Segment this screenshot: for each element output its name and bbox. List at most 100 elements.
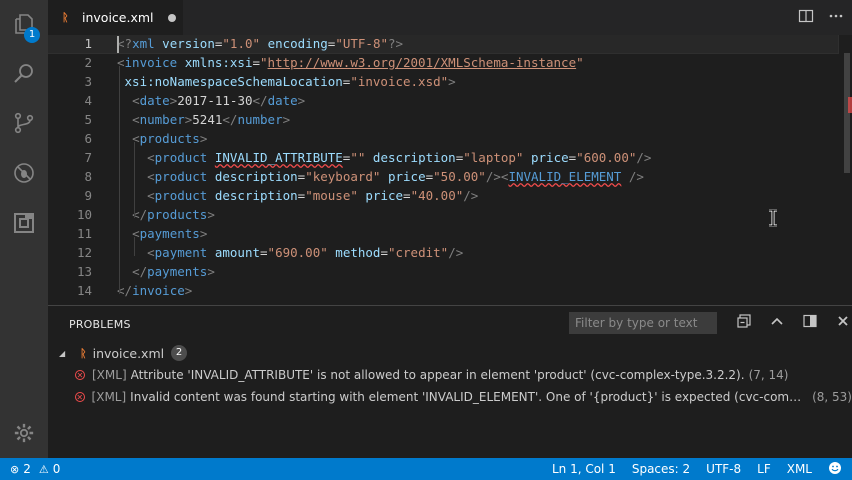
language-mode[interactable]: XML: [787, 462, 812, 476]
code-token: invoice: [124, 55, 178, 70]
code-token: <: [132, 112, 140, 127]
file-encoding[interactable]: UTF-8: [706, 462, 741, 476]
code-token: invoice: [132, 283, 185, 298]
code-line[interactable]: 11 <payments>: [48, 224, 838, 243]
problem-source: [XML]: [91, 390, 127, 404]
problem-count-badge: 2: [171, 345, 188, 361]
code-line[interactable]: 14 </invoice>: [48, 281, 838, 300]
error-icon: ✕: [75, 370, 85, 380]
code-token: "mouse": [305, 188, 358, 203]
code-token: <: [147, 245, 155, 260]
indent-guide: [119, 66, 120, 294]
line-number: 9: [84, 188, 92, 203]
extensions-icon[interactable]: [0, 201, 48, 245]
tab-invoice-xml[interactable]: ᚱ invoice.xml: [48, 0, 183, 35]
code-token: <: [147, 150, 155, 165]
code-line[interactable]: 7 <product INVALID_ATTRIBUTE="" descript…: [48, 148, 838, 167]
code-token: >: [199, 226, 208, 241]
line-code: <date>2017-11-30</date>: [117, 91, 305, 110]
more-actions-icon[interactable]: [828, 8, 844, 28]
close-panel-icon[interactable]: [835, 313, 851, 333]
code-token: INVALID_ELEMENT: [508, 169, 622, 184]
code-token: />: [628, 169, 644, 184]
line-number: 6: [84, 131, 92, 146]
code-token: method: [335, 245, 381, 260]
line-number: 11: [76, 226, 92, 241]
code-token: ?>: [388, 36, 404, 51]
code-token: "UTF-8": [335, 36, 388, 51]
code-token: product: [154, 188, 208, 203]
scrollbar-thumb[interactable]: [844, 53, 850, 173]
code-line[interactable]: 12 <payment amount="690.00" method="cred…: [48, 243, 838, 262]
line-code: xsi:noNamespaceSchemaLocation="invoice.x…: [117, 72, 456, 91]
code-token: "600.00": [576, 150, 637, 165]
feedback-smiley-icon[interactable]: [828, 461, 842, 478]
problem-location: (7, 14): [748, 368, 789, 382]
source-control-icon[interactable]: [0, 101, 48, 145]
code-token: <: [147, 188, 155, 203]
explorer-icon[interactable]: 1: [0, 2, 48, 46]
code-line[interactable]: 8 <product description="keyboard" price=…: [48, 167, 838, 186]
search-icon[interactable]: [0, 51, 48, 95]
code-line[interactable]: 5 <number>5241</number>: [48, 110, 838, 129]
problem-item[interactable]: ✕ [XML] Attribute 'INVALID_ATTRIBUTE' is…: [48, 364, 852, 386]
code-line[interactable]: 13 </payments>: [48, 262, 838, 281]
code-token: "1.0": [222, 36, 261, 51]
code-token: INVALID_ATTRIBUTE: [214, 150, 343, 165]
line-code: </invoice>: [117, 281, 192, 300]
settings-gear-icon[interactable]: [0, 411, 48, 455]
indentation[interactable]: Spaces: 2: [632, 462, 690, 476]
code-line[interactable]: 4 <date>2017-11-30</date>: [48, 91, 838, 110]
cursor-position[interactable]: Ln 1, Col 1: [552, 462, 616, 476]
warning-status-icon: ⚠: [38, 462, 49, 476]
problem-location: (8, 53): [812, 390, 852, 404]
code-token: "credit": [387, 245, 449, 260]
code-token: product: [154, 169, 208, 184]
code-token: </: [252, 93, 268, 108]
problems-file-row[interactable]: ◢ ᚱ invoice.xml 2: [48, 342, 852, 364]
code-line[interactable]: 9 <product description="mouse" price="40…: [48, 186, 838, 205]
warning-count: 0: [52, 462, 61, 476]
explorer-badge: 1: [24, 27, 40, 43]
code-line[interactable]: 3 xsi:noNamespaceSchemaLocation="invoice…: [48, 72, 838, 91]
line-number: 13: [76, 264, 92, 279]
code-line[interactable]: 6 <products>: [48, 129, 838, 148]
expanded-twisty-icon[interactable]: ◢: [59, 349, 67, 358]
problems-filter-input[interactable]: [569, 312, 717, 334]
collapse-all-icon[interactable]: [736, 313, 752, 333]
status-bar-right: Ln 1, Col 1 Spaces: 2 UTF-8 LF XML: [552, 458, 842, 480]
code-line[interactable]: 1 <?xml version="1.0" encoding="UTF-8"?>: [48, 35, 839, 54]
panel-title[interactable]: PROBLEMS: [69, 318, 131, 331]
problem-message: Invalid content was found starting with …: [130, 390, 809, 404]
line-code: <product description="keyboard" price="5…: [117, 167, 644, 186]
line-code: <product INVALID_ATTRIBUTE="" descriptio…: [117, 148, 651, 167]
problems-file-name: invoice.xml: [92, 345, 165, 361]
problems-status[interactable]: ⊗ 2 ⚠ 0: [10, 458, 60, 480]
problem-item[interactable]: ✕ [XML] Invalid content was found starti…: [48, 386, 852, 408]
line-number: 5: [84, 112, 92, 127]
debug-icon[interactable]: [0, 151, 48, 195]
end-of-line[interactable]: LF: [757, 462, 771, 476]
code-line[interactable]: 2 <invoice xmlns:xsi="http://www.w3.org/2…: [48, 53, 838, 72]
toggle-panel-position-icon[interactable]: [802, 313, 818, 333]
editor-scrollbar[interactable]: [842, 35, 852, 305]
code-token: "": [350, 150, 366, 165]
code-token: "50.00": [433, 169, 486, 184]
split-editor-icon[interactable]: [798, 8, 814, 28]
code-line[interactable]: 10 </products>: [48, 205, 838, 224]
unsaved-dot-icon[interactable]: [167, 13, 176, 22]
line-number: 4: [84, 93, 92, 108]
code-token: <: [132, 93, 140, 108]
maximize-panel-chevron-up-icon[interactable]: [769, 313, 785, 333]
code-token: />: [636, 150, 652, 165]
code-token: >: [297, 93, 306, 108]
code-editor[interactable]: 1 <?xml version="1.0" encoding="UTF-8"?> 2…: [48, 35, 852, 305]
code-token: description: [214, 188, 298, 203]
line-code: <payment amount="690.00" method="credit"…: [117, 243, 463, 262]
